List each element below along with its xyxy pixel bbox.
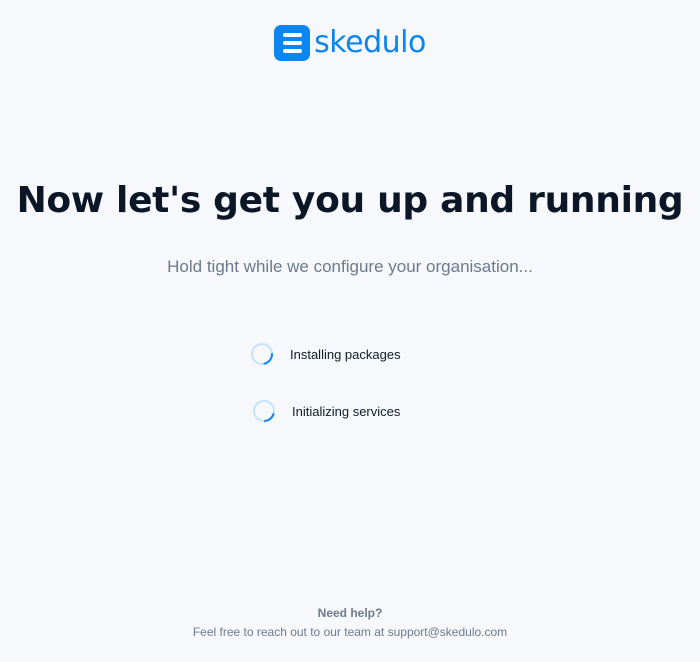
step-initializing-services: Initializing services bbox=[252, 397, 401, 425]
step-installing-packages: Installing packages bbox=[250, 340, 401, 368]
setup-steps-list: Installing packages Initializing service… bbox=[250, 340, 401, 454]
help-footer: Need help? Feel free to reach out to our… bbox=[0, 606, 700, 639]
loading-spinner-icon bbox=[253, 400, 275, 422]
page-subtitle: Hold tight while we configure your organ… bbox=[167, 257, 533, 276]
help-title: Need help? bbox=[317, 606, 383, 620]
step-label: Initializing services bbox=[292, 403, 401, 419]
brand-name: skedulo bbox=[314, 25, 426, 60]
skedulo-logo-icon bbox=[274, 25, 311, 61]
page-title: Now let's get you up and running bbox=[16, 180, 684, 221]
loading-spinner-icon bbox=[251, 343, 274, 365]
skedulo-logo: skedulo bbox=[0, 25, 700, 61]
help-contact-text: Feel free to reach out to our team at su… bbox=[192, 625, 508, 639]
step-label: Installing packages bbox=[290, 346, 401, 362]
